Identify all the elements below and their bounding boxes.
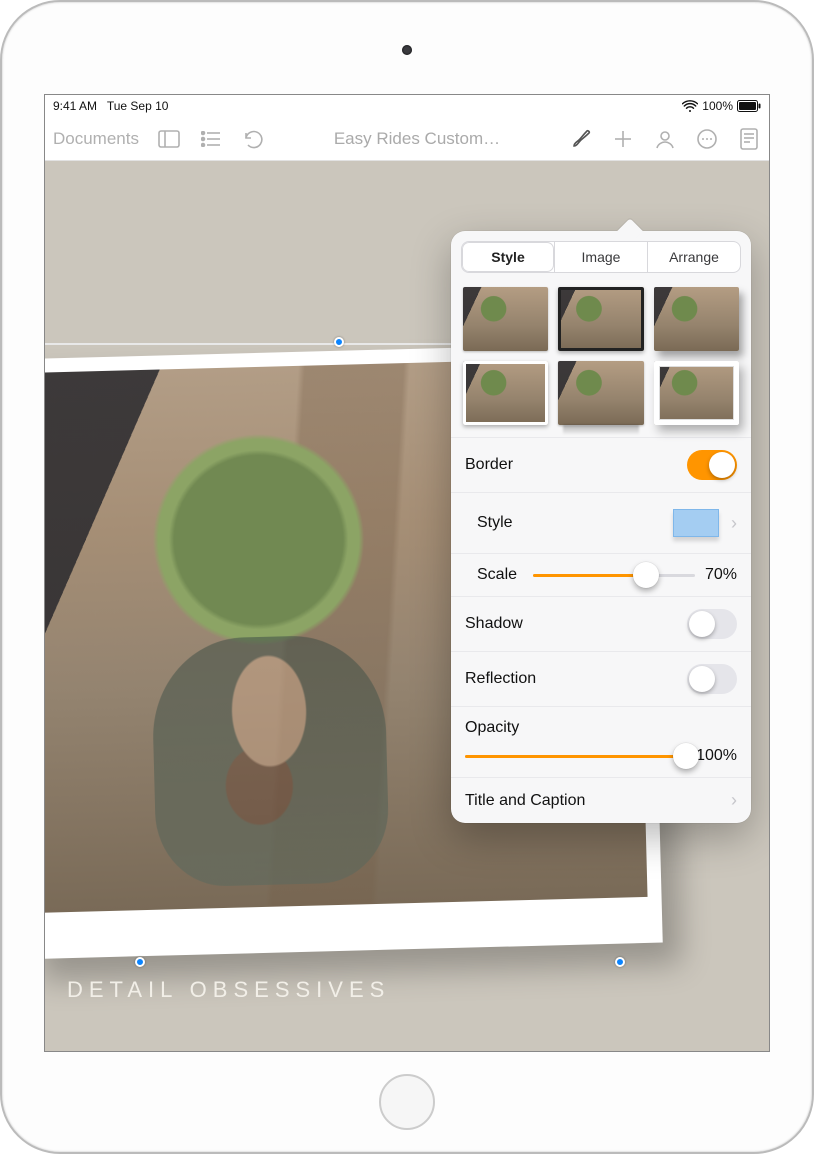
wifi-icon xyxy=(682,100,698,112)
screen: 9:41 AM Tue Sep 10 100% Documents xyxy=(44,94,770,1052)
format-popover: Style Image Arrange Border xyxy=(451,231,751,823)
opacity-section: Opacity 100% xyxy=(451,706,751,777)
resize-handle-bottom-right[interactable] xyxy=(615,957,625,967)
border-scale-row: Scale 70% xyxy=(451,553,751,596)
home-button[interactable] xyxy=(379,1074,435,1130)
border-scale-label: Scale xyxy=(477,566,517,584)
reflection-toggle[interactable] xyxy=(687,664,737,694)
outline-list-icon[interactable] xyxy=(199,127,223,151)
reflection-row: Reflection xyxy=(451,651,751,706)
chevron-right-icon: › xyxy=(725,513,737,534)
style-preset-3[interactable] xyxy=(654,287,739,351)
battery-percent: 100% xyxy=(702,99,733,113)
shadow-toggle[interactable] xyxy=(687,609,737,639)
tab-style[interactable]: Style xyxy=(462,242,554,272)
tab-image[interactable]: Image xyxy=(554,242,647,272)
more-ellipsis-icon[interactable] xyxy=(695,127,719,151)
resize-handle-bottom-left[interactable] xyxy=(135,957,145,967)
title-caption-label: Title and Caption xyxy=(465,792,725,810)
style-preset-4[interactable] xyxy=(463,361,548,425)
border-style-swatch xyxy=(667,505,725,541)
format-tabs: Style Image Arrange xyxy=(461,241,741,273)
insert-plus-icon[interactable] xyxy=(611,127,635,151)
opacity-label: Opacity xyxy=(465,719,737,737)
style-presets-grid xyxy=(451,283,751,437)
border-row: Border xyxy=(451,437,751,492)
border-style-row[interactable]: Style › xyxy=(451,492,751,553)
ipad-device-frame: 9:41 AM Tue Sep 10 100% Documents xyxy=(0,0,814,1154)
collaborate-icon[interactable] xyxy=(653,127,677,151)
status-time-text: 9:41 AM xyxy=(53,99,97,113)
app-toolbar: Documents Easy Rides Custom… xyxy=(45,117,769,161)
border-label: Border xyxy=(465,456,687,474)
document-title[interactable]: Easy Rides Custom… xyxy=(275,129,559,149)
front-camera xyxy=(402,45,412,55)
chevron-right-icon: › xyxy=(725,790,737,811)
battery-icon xyxy=(737,100,761,112)
tab-arrange[interactable]: Arrange xyxy=(647,242,740,272)
style-preset-1[interactable] xyxy=(463,287,548,351)
reflection-label: Reflection xyxy=(465,670,687,688)
documents-back-button[interactable]: Documents xyxy=(53,129,139,149)
shadow-row: Shadow xyxy=(451,596,751,651)
border-toggle[interactable] xyxy=(687,450,737,480)
status-bar: 9:41 AM Tue Sep 10 100% xyxy=(45,95,769,117)
status-time: 9:41 AM Tue Sep 10 xyxy=(53,99,168,113)
status-date-text: Tue Sep 10 xyxy=(107,99,169,113)
document-settings-icon[interactable] xyxy=(737,127,761,151)
style-preset-5[interactable] xyxy=(558,361,643,425)
opacity-slider[interactable] xyxy=(465,755,686,758)
document-canvas[interactable]: DETAIL OBSESSIVES Style Image Arrange xyxy=(45,161,769,1051)
opacity-value: 100% xyxy=(696,747,737,765)
border-scale-slider[interactable] xyxy=(533,574,695,577)
page-heading-text: DETAIL OBSESSIVES xyxy=(67,977,390,1003)
sidebar-toggle-icon[interactable] xyxy=(157,127,181,151)
shadow-label: Shadow xyxy=(465,615,687,633)
undo-icon[interactable] xyxy=(241,127,265,151)
style-preset-6[interactable] xyxy=(654,361,739,425)
format-brush-icon[interactable] xyxy=(569,127,593,151)
title-caption-row[interactable]: Title and Caption › xyxy=(451,777,751,823)
resize-handle-top[interactable] xyxy=(334,337,344,347)
border-style-label: Style xyxy=(477,514,667,532)
style-preset-2[interactable] xyxy=(558,287,643,351)
border-scale-value: 70% xyxy=(705,566,737,584)
